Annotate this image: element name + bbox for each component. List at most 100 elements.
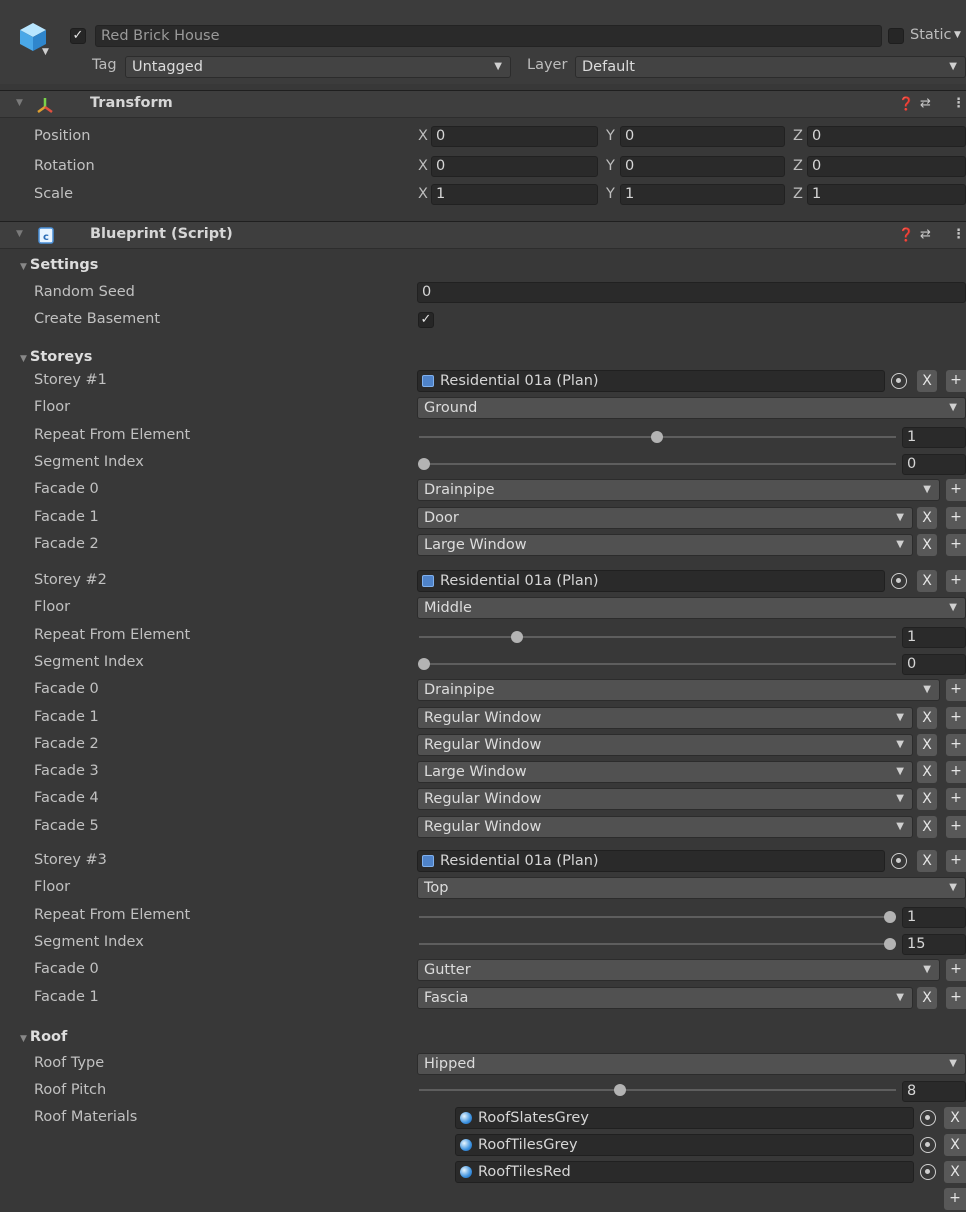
scale-y-field[interactable]: 1	[620, 184, 785, 205]
floor-dropdown[interactable]: Middle ▼	[417, 597, 966, 619]
add-facade-button[interactable]: +	[946, 987, 966, 1009]
roof-pitch-field[interactable]: 8	[902, 1081, 966, 1102]
roof-foldout[interactable]: ▼ Roof	[20, 1029, 67, 1045]
object-picker-icon[interactable]	[920, 1164, 936, 1180]
facade-dropdown[interactable]: Large Window ▼	[417, 761, 913, 783]
facade-dropdown[interactable]: Large Window ▼	[417, 534, 913, 556]
add-facade-button[interactable]: +	[946, 816, 966, 838]
slider-handle[interactable]	[884, 938, 896, 950]
add-facade-button[interactable]: +	[946, 679, 966, 701]
slider-handle[interactable]	[511, 631, 524, 643]
position-z-field[interactable]: 0	[807, 126, 966, 147]
static-checkbox[interactable]	[888, 28, 904, 44]
remove-facade-button[interactable]: X	[917, 788, 937, 810]
active-toggle[interactable]: ✓	[70, 28, 86, 44]
axis-z-label[interactable]: Z	[793, 158, 803, 174]
object-picker-icon[interactable]	[891, 853, 907, 869]
slider-handle[interactable]	[418, 458, 430, 470]
add-storey-button[interactable]: +	[946, 370, 966, 392]
remove-facade-button[interactable]: X	[917, 987, 937, 1009]
slider-handle[interactable]	[651, 431, 663, 443]
storey-plan-field[interactable]: Residential 01a (Plan)	[417, 570, 885, 592]
object-picker-icon[interactable]	[920, 1110, 936, 1126]
storey-plan-field[interactable]: Residential 01a (Plan)	[417, 850, 885, 872]
presets-icon[interactable]: ⇄	[920, 227, 931, 242]
remove-facade-button[interactable]: X	[917, 816, 937, 838]
facade-dropdown[interactable]: Regular Window ▼	[417, 734, 913, 756]
roof-material-field[interactable]: RoofTilesRed	[455, 1161, 914, 1183]
remove-facade-button[interactable]: X	[917, 507, 937, 529]
axis-y-label[interactable]: Y	[606, 158, 615, 174]
remove-material-button[interactable]: X	[944, 1134, 966, 1156]
add-facade-button[interactable]: +	[946, 761, 966, 783]
facade-dropdown[interactable]: Regular Window ▼	[417, 707, 913, 729]
slider-handle[interactable]	[884, 911, 896, 923]
scale-z-field[interactable]: 1	[807, 184, 966, 205]
add-material-button[interactable]: +	[944, 1188, 966, 1210]
rotation-z-field[interactable]: 0	[807, 156, 966, 177]
facade-dropdown[interactable]: Drainpipe ▼	[417, 679, 940, 701]
axis-x-label[interactable]: X	[418, 128, 428, 144]
rotation-y-field[interactable]: 0	[620, 156, 785, 177]
gameobject-name-field[interactable]: Red Brick House	[95, 25, 882, 47]
help-icon[interactable]: ❓	[898, 228, 914, 243]
add-facade-button[interactable]: +	[946, 707, 966, 729]
axis-y-label[interactable]: Y	[606, 128, 615, 144]
slider-track[interactable]	[419, 463, 896, 465]
remove-facade-button[interactable]: X	[917, 534, 937, 556]
presets-icon[interactable]: ⇄	[920, 96, 931, 111]
segment-index-field[interactable]: 15	[902, 934, 966, 955]
remove-material-button[interactable]: X	[944, 1107, 966, 1129]
add-storey-button[interactable]: +	[946, 850, 966, 872]
object-picker-icon[interactable]	[891, 573, 907, 589]
slider-track[interactable]	[419, 916, 896, 918]
settings-foldout[interactable]: ▼ Settings	[20, 257, 98, 273]
slider-track[interactable]	[419, 636, 896, 638]
remove-storey-button[interactable]: X	[917, 370, 937, 392]
slider-track[interactable]	[419, 943, 896, 945]
floor-dropdown[interactable]: Top ▼	[417, 877, 966, 899]
facade-dropdown[interactable]: Fascia ▼	[417, 987, 913, 1009]
tag-dropdown[interactable]: Untagged ▼	[125, 56, 511, 78]
static-dropdown-arrow[interactable]: ▼	[954, 30, 961, 40]
slider-handle[interactable]	[613, 1084, 626, 1096]
foldout-arrow[interactable]: ▼	[16, 229, 23, 239]
foldout-arrow[interactable]: ▼	[16, 98, 23, 108]
add-facade-button[interactable]: +	[946, 734, 966, 756]
add-facade-button[interactable]: +	[946, 479, 966, 501]
icon-dropdown-arrow[interactable]: ▼	[42, 47, 49, 57]
add-facade-button[interactable]: +	[946, 534, 966, 556]
scale-x-field[interactable]: 1	[431, 184, 598, 205]
add-storey-button[interactable]: +	[946, 570, 966, 592]
add-facade-button[interactable]: +	[946, 788, 966, 810]
layer-dropdown[interactable]: Default ▼	[575, 56, 966, 78]
roof-type-dropdown[interactable]: Hipped ▼	[417, 1053, 966, 1075]
transform-header[interactable]: ▼ Transform ❓ ⇄ ⋮	[0, 90, 966, 118]
position-y-field[interactable]: 0	[620, 126, 785, 147]
create-basement-checkbox[interactable]: ✓	[418, 312, 434, 328]
remove-material-button[interactable]: X	[944, 1161, 966, 1183]
axis-y-label[interactable]: Y	[606, 186, 615, 202]
segment-index-field[interactable]: 0	[902, 454, 966, 475]
facade-dropdown[interactable]: Regular Window ▼	[417, 816, 913, 838]
slider-track[interactable]	[419, 663, 896, 665]
axis-z-label[interactable]: Z	[793, 128, 803, 144]
object-picker-icon[interactable]	[920, 1137, 936, 1153]
facade-dropdown[interactable]: Drainpipe ▼	[417, 479, 940, 501]
help-icon[interactable]: ❓	[898, 97, 914, 112]
random-seed-field[interactable]: 0	[417, 282, 966, 303]
repeat-from-element-field[interactable]: 1	[902, 907, 966, 928]
storey-plan-field[interactable]: Residential 01a (Plan)	[417, 370, 885, 392]
kebab-menu-icon[interactable]: ⋮	[952, 227, 965, 242]
floor-dropdown[interactable]: Ground ▼	[417, 397, 966, 419]
facade-dropdown[interactable]: Door ▼	[417, 507, 913, 529]
axis-z-label[interactable]: Z	[793, 186, 803, 202]
object-picker-icon[interactable]	[891, 373, 907, 389]
storeys-foldout[interactable]: ▼ Storeys	[20, 349, 92, 365]
blueprint-header[interactable]: ▼ c Blueprint (Script) ❓ ⇄ ⋮	[0, 221, 966, 249]
add-facade-button[interactable]: +	[946, 959, 966, 981]
remove-storey-button[interactable]: X	[917, 850, 937, 872]
facade-dropdown[interactable]: Gutter ▼	[417, 959, 940, 981]
remove-storey-button[interactable]: X	[917, 570, 937, 592]
rotation-x-field[interactable]: 0	[431, 156, 598, 177]
